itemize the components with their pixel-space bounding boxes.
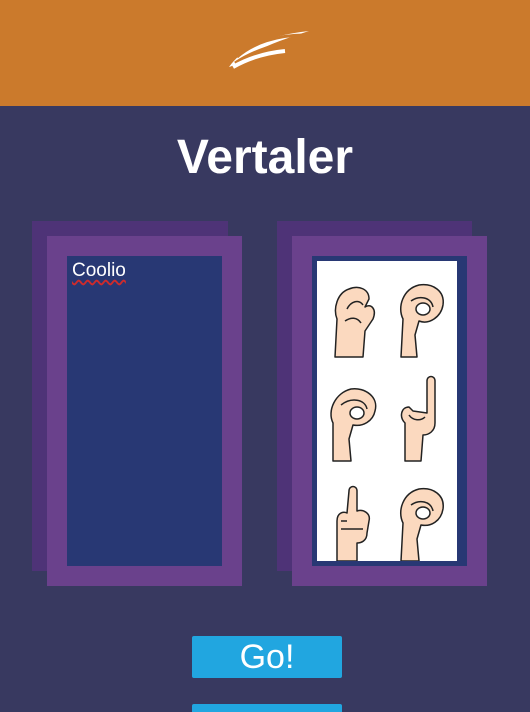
sign-hand-o3 [399,487,444,561]
translation-input[interactable]: Coolio [67,256,222,566]
input-text: Coolio [72,260,126,281]
sign-hand-o2 [330,388,377,462]
go-button[interactable]: Go! [192,636,342,678]
wing-logo-icon [229,31,309,69]
page-title: Vertaler [176,131,354,184]
sign-hand-o [399,283,444,358]
sign-hand-c [334,286,376,358]
sign-hand-l [400,375,436,462]
secondary-button[interactable] [192,704,342,712]
app-header [0,0,530,106]
sign-hand-i [336,485,371,561]
sign-language-hands-icon [330,283,444,561]
sign-language-output [317,261,457,561]
